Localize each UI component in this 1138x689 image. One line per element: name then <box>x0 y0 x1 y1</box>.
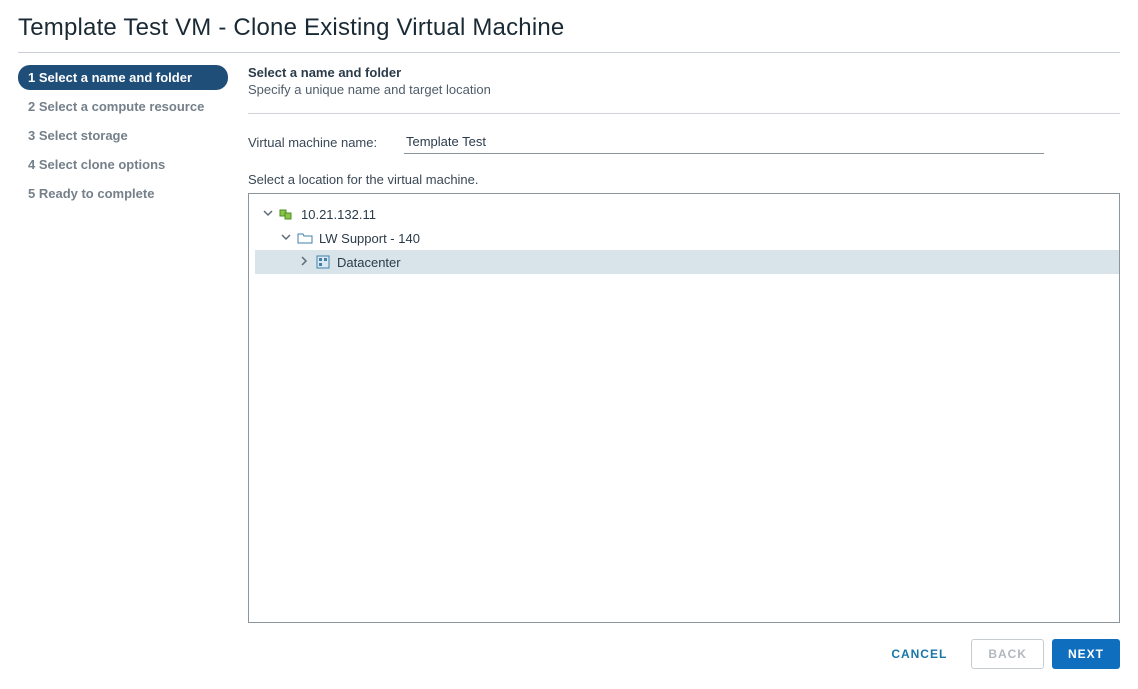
vm-name-label: Virtual machine name: <box>248 135 390 150</box>
vm-name-input[interactable] <box>404 130 1044 154</box>
step-clone-options[interactable]: 4 Select clone options <box>18 152 228 177</box>
cancel-button[interactable]: CANCEL <box>875 639 963 669</box>
next-button[interactable]: NEXT <box>1052 639 1120 669</box>
divider <box>248 113 1120 114</box>
tree-label: Datacenter <box>335 255 401 270</box>
tree-node-datacenter[interactable]: Datacenter <box>255 250 1119 274</box>
step-compute-resource[interactable]: 2 Select a compute resource <box>18 94 228 119</box>
location-label: Select a location for the virtual machin… <box>248 172 1120 187</box>
tree-label: LW Support - 140 <box>317 231 420 246</box>
tree-node-vcenter[interactable]: 10.21.132.11 <box>255 202 1119 226</box>
location-tree[interactable]: 10.21.132.11 LW Support - 140 Datacenter <box>248 193 1120 623</box>
chevron-down-icon[interactable] <box>279 232 293 245</box>
datacenter-icon <box>315 254 331 270</box>
chevron-right-icon[interactable] <box>297 256 311 269</box>
vcenter-icon <box>279 206 295 222</box>
wizard-steps: 1 Select a name and folder 2 Select a co… <box>18 65 228 669</box>
back-button: BACK <box>971 639 1044 669</box>
wizard-footer: CANCEL BACK NEXT <box>248 623 1120 669</box>
tree-node-folder[interactable]: LW Support - 140 <box>255 226 1119 250</box>
section-heading: Select a name and folder <box>248 65 1120 80</box>
section-subheading: Specify a unique name and target locatio… <box>248 82 1120 97</box>
step-name-folder[interactable]: 1 Select a name and folder <box>18 65 228 90</box>
chevron-down-icon[interactable] <box>261 208 275 221</box>
page-title: Template Test VM - Clone Existing Virtua… <box>18 10 1120 53</box>
folder-icon <box>297 230 313 246</box>
step-ready-complete[interactable]: 5 Ready to complete <box>18 181 228 206</box>
tree-label: 10.21.132.11 <box>299 207 376 222</box>
step-storage[interactable]: 3 Select storage <box>18 123 228 148</box>
